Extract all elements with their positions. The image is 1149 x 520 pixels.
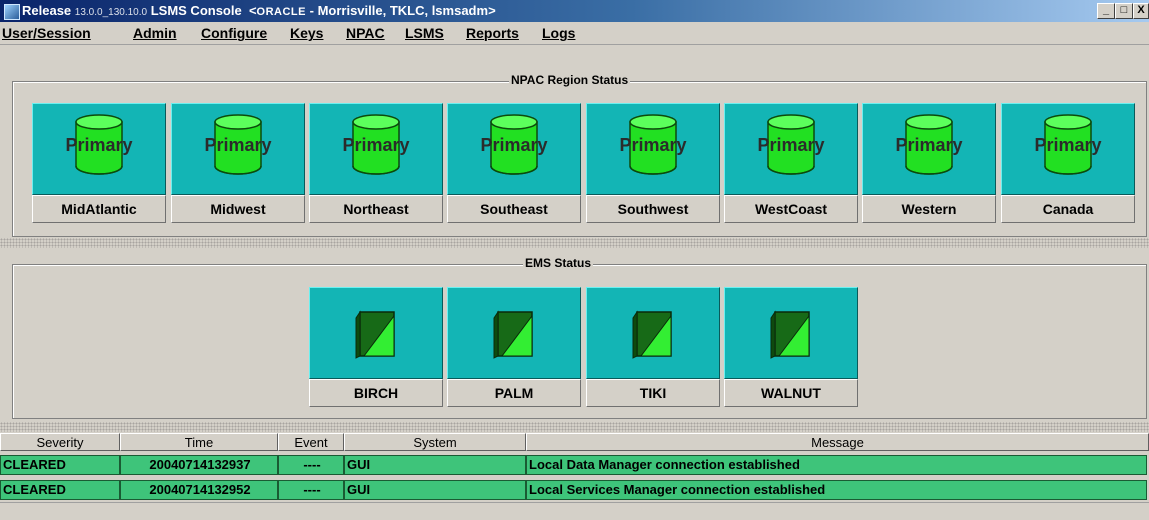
region-tile-canada[interactable]: Primary Canada	[1001, 103, 1135, 225]
region-name: Northeast	[309, 195, 443, 223]
ems-tile-tiki[interactable]: TIKI	[586, 287, 720, 409]
split-divider[interactable]	[0, 422, 1149, 432]
col-header-time[interactable]: Time	[120, 433, 278, 451]
col-header-event[interactable]: Event	[278, 433, 344, 451]
menu-configure[interactable]: Configure	[201, 25, 267, 41]
region-tile-western[interactable]: Primary Western	[862, 103, 996, 225]
ems-status-face[interactable]	[586, 287, 720, 379]
app-icon	[4, 4, 20, 20]
cell-message: Local Data Manager connection establishe…	[526, 455, 1147, 475]
col-header-severity[interactable]: Severity	[0, 433, 120, 451]
region-status-face[interactable]: Primary	[32, 103, 166, 195]
ems-tile-walnut[interactable]: WALNUT	[724, 287, 858, 409]
region-name: MidAtlantic	[32, 195, 166, 223]
menu-user-session[interactable]: User/Session	[2, 25, 91, 41]
region-status-label: Primary	[65, 135, 133, 155]
table-row[interactable]: CLEARED 20040714132952 ---- GUI Local Se…	[0, 480, 1149, 500]
region-tile-northeast[interactable]: Primary Northeast	[309, 103, 443, 225]
region-status-face[interactable]: Primary	[862, 103, 996, 195]
cell-time: 20040714132952	[120, 480, 278, 500]
cell-severity: CLEARED	[0, 480, 120, 500]
menu-bar: User/Session Admin Configure Keys NPAC L…	[0, 22, 1149, 45]
npac-panel-title: NPAC Region Status	[509, 73, 631, 87]
status-bar	[0, 502, 1149, 520]
menu-npac[interactable]: NPAC	[346, 25, 385, 41]
col-header-system[interactable]: System	[344, 433, 526, 451]
region-tile-southwest[interactable]: Primary Southwest	[586, 103, 720, 225]
menu-lsms[interactable]: LSMS	[405, 25, 444, 41]
region-status-face[interactable]: Primary	[171, 103, 305, 195]
title-app: LSMS Console	[150, 3, 242, 18]
region-tile-southeast[interactable]: Primary Southeast	[447, 103, 581, 225]
cell-severity: CLEARED	[0, 455, 120, 475]
split-divider[interactable]	[0, 238, 1149, 248]
region-status-label: Primary	[342, 135, 410, 155]
title-location: - Morrisville, TKLC, lsmsadm	[309, 3, 489, 18]
region-tile-westcoast[interactable]: Primary WestCoast	[724, 103, 858, 225]
minimize-button[interactable]: _	[1097, 3, 1115, 19]
ems-tile-birch[interactable]: BIRCH	[309, 287, 443, 409]
ems-panel-title: EMS Status	[523, 256, 594, 270]
cell-message: Local Services Manager connection establ…	[526, 480, 1147, 500]
ems-name: WALNUT	[724, 379, 858, 407]
cell-system: GUI	[344, 480, 526, 500]
ems-name: BIRCH	[309, 379, 443, 407]
cell-event: ----	[278, 480, 344, 500]
region-name: Southwest	[586, 195, 720, 223]
server-box-icon	[355, 310, 395, 359]
title-version: 13.0.0_130.10.0	[74, 7, 148, 18]
region-tile-midwest[interactable]: Primary Midwest	[171, 103, 305, 225]
region-name: Midwest	[171, 195, 305, 223]
menu-reports[interactable]: Reports	[466, 25, 519, 41]
region-status-face[interactable]: Primary	[309, 103, 443, 195]
cell-system: GUI	[344, 455, 526, 475]
server-box-icon	[770, 310, 810, 359]
region-name: WestCoast	[724, 195, 858, 223]
region-status-label: Primary	[1034, 135, 1102, 155]
col-header-message[interactable]: Message	[526, 433, 1149, 451]
cell-time: 20040714132937	[120, 455, 278, 475]
ems-status-face[interactable]	[447, 287, 581, 379]
region-status-label: Primary	[619, 135, 687, 155]
ems-name: TIKI	[586, 379, 720, 407]
menu-admin[interactable]: Admin	[133, 25, 177, 41]
region-status-label: Primary	[895, 135, 963, 155]
region-status-label: Primary	[204, 135, 272, 155]
close-button[interactable]: X	[1133, 3, 1149, 19]
server-box-icon	[632, 310, 672, 359]
region-tile-midatlantic[interactable]: Primary MidAtlantic	[32, 103, 166, 225]
region-status-label: Primary	[757, 135, 825, 155]
region-name: Canada	[1001, 195, 1135, 223]
ems-tile-palm[interactable]: PALM	[447, 287, 581, 409]
ems-status-face[interactable]	[724, 287, 858, 379]
menu-keys[interactable]: Keys	[290, 25, 323, 41]
region-status-face[interactable]: Primary	[1001, 103, 1135, 195]
region-name: Southeast	[447, 195, 581, 223]
region-name: Western	[862, 195, 996, 223]
menu-logs[interactable]: Logs	[542, 25, 575, 41]
maximize-button[interactable]: □	[1115, 3, 1133, 19]
region-status-face[interactable]: Primary	[724, 103, 858, 195]
window-title: Release 13.0.0_130.10.0 LSMS Console <OR…	[22, 3, 496, 18]
server-box-icon	[493, 310, 533, 359]
region-status-face[interactable]: Primary	[447, 103, 581, 195]
ems-name: PALM	[447, 379, 581, 407]
title-brand: ORACLE	[256, 6, 306, 18]
cell-event: ----	[278, 455, 344, 475]
title-release: Release	[22, 3, 72, 18]
table-row[interactable]: CLEARED 20040714132937 ---- GUI Local Da…	[0, 455, 1149, 475]
ems-status-face[interactable]	[309, 287, 443, 379]
region-status-face[interactable]: Primary	[586, 103, 720, 195]
window-title-bar[interactable]: Release 13.0.0_130.10.0 LSMS Console <OR…	[0, 0, 1149, 22]
region-status-label: Primary	[480, 135, 548, 155]
